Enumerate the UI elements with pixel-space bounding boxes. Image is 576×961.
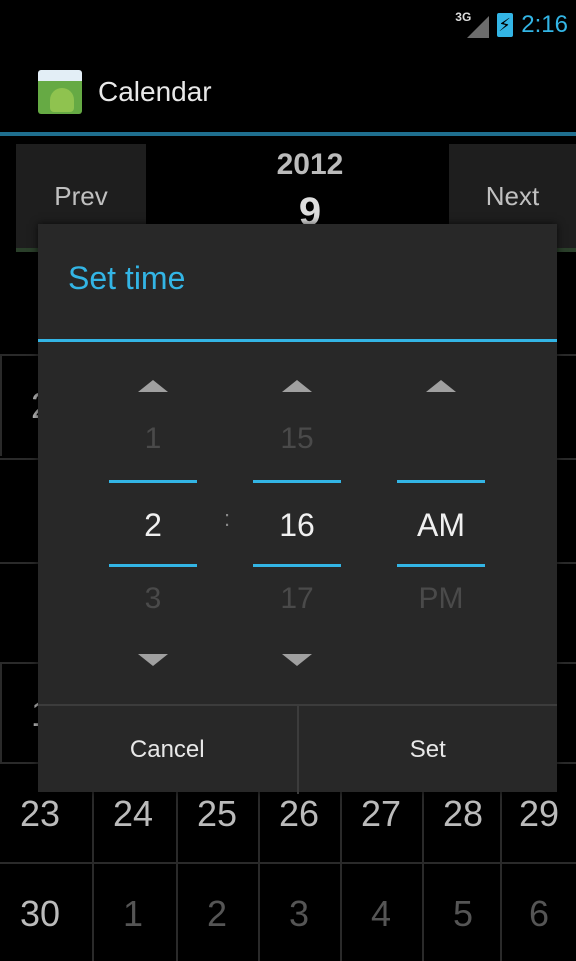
- minute-prev-value[interactable]: 15: [253, 414, 341, 464]
- set-time-dialog: Set time 1 2 3 : 15 16 17 AM PM Cancel S…: [38, 224, 557, 794]
- status-clock: 2:16: [521, 11, 568, 38]
- hour-current-value[interactable]: 2: [109, 492, 197, 558]
- action-bar: Calendar: [0, 50, 576, 134]
- day-cell[interactable]: 1: [92, 864, 172, 961]
- minute-selection-line-top: [253, 480, 341, 483]
- set-button[interactable]: Set: [299, 706, 558, 794]
- minute-current-value[interactable]: 16: [253, 492, 341, 558]
- minute-next-value[interactable]: 17: [253, 574, 341, 624]
- cancel-button[interactable]: Cancel: [38, 706, 299, 794]
- ampm-increment-icon[interactable]: [426, 380, 456, 392]
- year-label: 2012: [276, 148, 344, 181]
- screen: 3G 2:16 Calendar Prev 2012 9 Next 2 5 1 …: [0, 0, 576, 961]
- status-bar: 3G 2:16: [0, 0, 576, 50]
- minute-increment-icon[interactable]: [282, 380, 312, 392]
- battery-charging-icon: [497, 13, 514, 37]
- hour-prev-value[interactable]: 1: [109, 414, 197, 464]
- minute-selection-line-bottom: [253, 564, 341, 567]
- hour-decrement-icon[interactable]: [138, 654, 168, 666]
- minute-decrement-icon[interactable]: [282, 654, 312, 666]
- action-bar-divider: [0, 132, 576, 136]
- ampm-prev-value[interactable]: [397, 414, 485, 464]
- dialog-button-bar: Cancel Set: [38, 704, 557, 794]
- ampm-selection-line-bottom: [397, 564, 485, 567]
- day-cell[interactable]: 4: [340, 864, 420, 961]
- ampm-current-value[interactable]: AM: [397, 492, 485, 558]
- signal-icon: 3G: [455, 10, 490, 40]
- minute-picker[interactable]: 15 16 17: [253, 342, 341, 702]
- ampm-next-value[interactable]: PM: [397, 574, 485, 624]
- hour-selection-line-bottom: [109, 564, 197, 567]
- ampm-selection-line-top: [397, 480, 485, 483]
- hour-next-value[interactable]: 3: [109, 574, 197, 624]
- day-cell[interactable]: 2: [176, 864, 256, 961]
- day-cell[interactable]: 30: [0, 864, 80, 961]
- calendar-row: 30 1 2 3 4 5 6: [0, 862, 576, 961]
- dialog-title: Set time: [68, 260, 186, 296]
- status-icons: 3G 2:16: [455, 8, 568, 42]
- app-icon[interactable]: [38, 70, 82, 114]
- hour-increment-icon[interactable]: [138, 380, 168, 392]
- day-cell[interactable]: 3: [258, 864, 338, 961]
- hour-picker[interactable]: 1 2 3: [109, 342, 197, 702]
- hour-selection-line-top: [109, 480, 197, 483]
- ampm-picker[interactable]: AM PM: [397, 342, 485, 702]
- day-cell[interactable]: 6: [500, 864, 576, 961]
- time-separator: :: [224, 506, 231, 531]
- day-cell[interactable]: 5: [422, 864, 502, 961]
- app-title: Calendar: [98, 76, 212, 107]
